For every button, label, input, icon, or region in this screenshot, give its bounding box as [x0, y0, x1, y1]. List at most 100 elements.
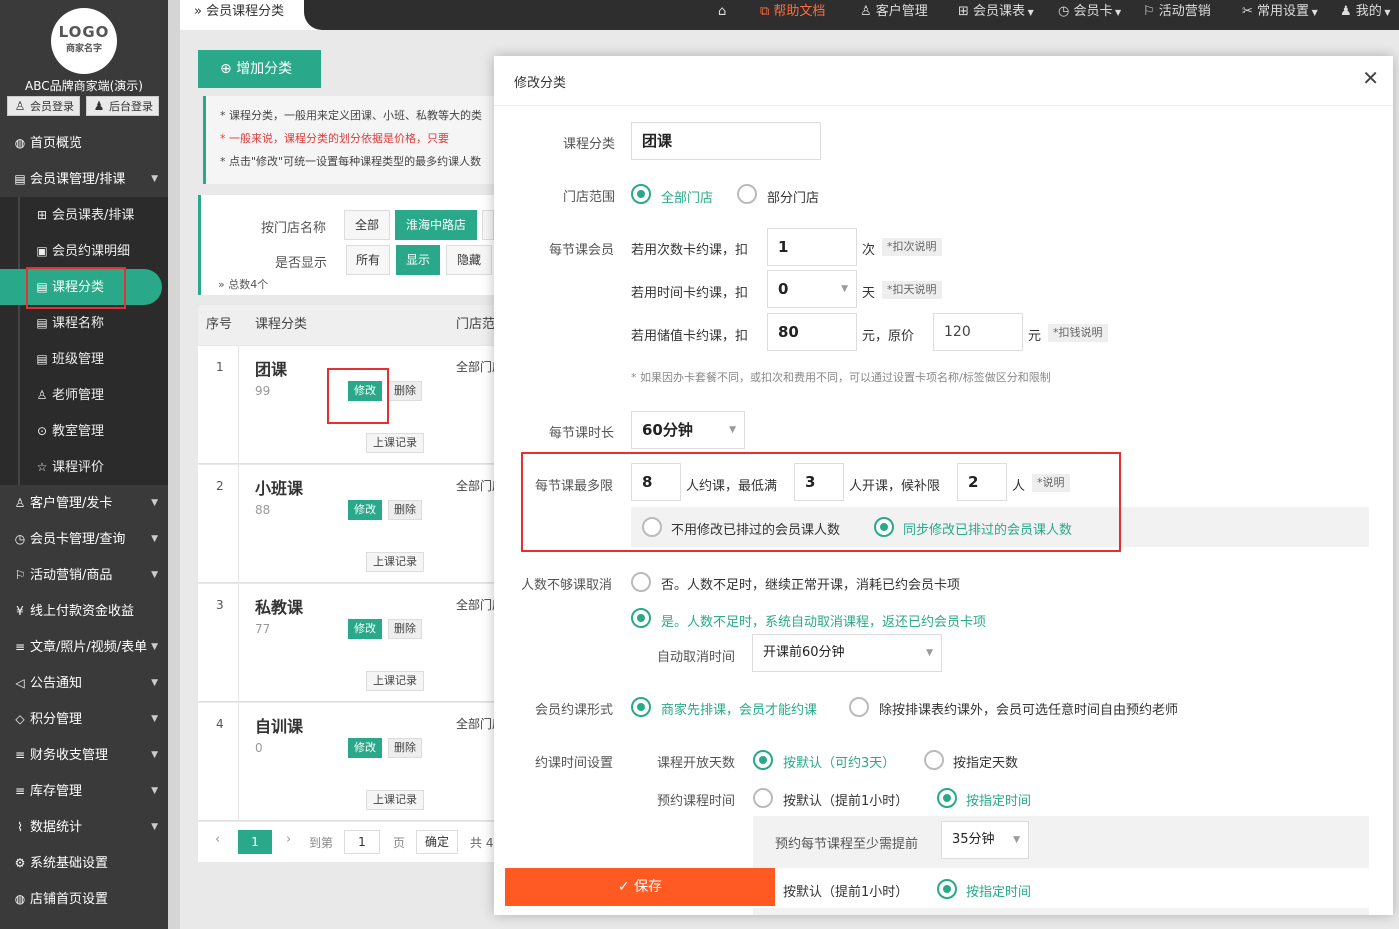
records-button[interactable]: 上课记录 [366, 552, 424, 572]
nav-course-management[interactable]: ▤ 会员课管理/排课 ▼ [0, 161, 168, 197]
caret-down-icon: ▼ [151, 534, 158, 544]
save-button[interactable]: ✓ 保存 [505, 868, 775, 906]
card-menu[interactable]: ◷ 会员卡 ▼ [1058, 0, 1121, 24]
scope-part-radio[interactable] [737, 184, 757, 204]
duration-select[interactable]: 60分钟 ▼ [631, 411, 745, 449]
user-icon: ♟ [1340, 4, 1356, 19]
location-icon: ⊙ [36, 424, 48, 438]
edit-button[interactable]: 修改 [348, 500, 382, 520]
diamond-icon: ◇ [15, 712, 25, 726]
show-all-button[interactable]: 所有 [346, 245, 390, 275]
row2-custom-radio[interactable] [937, 879, 957, 899]
nav-cards[interactable]: ◷ 会员卡管理/查询 ▼ [0, 521, 168, 557]
mine-menu[interactable]: ♟ 我的 ▼ [1340, 0, 1391, 24]
open-custom-radio[interactable] [924, 750, 944, 770]
book-default-radio[interactable] [753, 788, 773, 808]
scope-all-radio[interactable] [631, 184, 651, 204]
mode-a-radio[interactable] [631, 697, 651, 717]
records-button[interactable]: 上课记录 [366, 790, 424, 810]
page-input[interactable]: 1 [344, 830, 380, 854]
delete-button[interactable]: 删除 [388, 381, 422, 401]
records-button[interactable]: 上课记录 [366, 671, 424, 691]
member-login-button[interactable]: ♙ 会员登录 [7, 96, 80, 116]
show-yes-button[interactable]: 显示 [396, 245, 440, 275]
nav-home[interactable]: ◍ 首页概览 [0, 125, 168, 161]
marketing-link[interactable]: ⚐ 活动营销 [1143, 0, 1211, 24]
open-default-radio[interactable] [753, 750, 773, 770]
dialog-header: 修改分类 ✕ [494, 56, 1393, 106]
sub-teacher[interactable]: ♙ 老师管理 [0, 377, 168, 413]
edit-button[interactable]: 修改 [348, 738, 382, 758]
sub-class[interactable]: ▤ 班级管理 [0, 341, 168, 377]
nav-finance[interactable]: ≡ 财务收支管理 ▼ [0, 737, 168, 773]
nav-system[interactable]: ⚙ 系统基础设置 [0, 845, 168, 881]
records-button[interactable]: 上课记录 [366, 433, 424, 453]
time-note[interactable]: *扣天说明 [882, 281, 942, 299]
nav-stats[interactable]: ⌇ 数据统计 ▼ [0, 809, 168, 845]
next-page-icon[interactable]: › [286, 832, 291, 847]
advance-select[interactable]: 35分钟 ▼ [941, 821, 1029, 859]
original-price-input[interactable]: 120 [933, 313, 1023, 351]
nav-shop-home[interactable]: ◍ 店铺首页设置 [0, 881, 168, 917]
save-label: 保存 [634, 879, 663, 895]
auto-cancel-select[interactable]: 开课前60分钟 ▼ [752, 634, 942, 672]
nav-articles[interactable]: ≡ 文章/照片/视频/表单 ▼ [0, 629, 168, 665]
customers-link[interactable]: ♙ 客户管理 [860, 0, 928, 24]
sub-classroom[interactable]: ⊙ 教室管理 [0, 413, 168, 449]
times-input[interactable]: 1 [767, 228, 857, 266]
filter-shop-button[interactable]: 淮海中路店 [395, 210, 477, 240]
caret-down-icon: ▼ [1381, 8, 1391, 17]
sub-course-name[interactable]: ▤ 课程名称 [0, 305, 168, 341]
scope-part-label: 部分门店 [767, 191, 820, 206]
nav-marketing[interactable]: ⚐ 活动营销/商品 ▼ [0, 557, 168, 593]
money-icon: ¥ [16, 604, 24, 618]
time-select[interactable]: 0 ▼ [767, 270, 857, 308]
times-note[interactable]: *扣次说明 [882, 238, 942, 256]
close-icon[interactable]: ✕ [1362, 66, 1379, 90]
delete-button[interactable]: 删除 [388, 738, 422, 758]
confirm-page-button[interactable]: 确定 [416, 830, 458, 854]
value-note[interactable]: *扣钱说明 [1048, 324, 1108, 342]
nav-customers[interactable]: ♙ 客户管理/发卡 ▼ [0, 485, 168, 521]
row-count: 88 [255, 503, 271, 517]
check-icon: ✓ [617, 879, 635, 895]
add-category-button[interactable]: ⊕ 增加分类 [198, 50, 321, 88]
sub-review[interactable]: ☆ 课程评价 [0, 449, 168, 485]
marketing-label: 活动营销 [1158, 4, 1211, 19]
home-icon[interactable]: ⌂ [718, 0, 726, 24]
show-no-button[interactable]: 隐藏 [446, 245, 492, 275]
nav-points[interactable]: ◇ 积分管理 ▼ [0, 701, 168, 737]
filter-more-button[interactable] [482, 210, 494, 240]
book-custom-radio[interactable] [937, 788, 957, 808]
value-input[interactable]: 80 [767, 313, 857, 351]
prev-page-icon[interactable]: ‹ [215, 832, 220, 847]
caret-down-icon: ▼ [1309, 8, 1318, 17]
admin-login-button[interactable]: ♟ 后台登录 [86, 96, 159, 116]
edit-button[interactable]: 修改 [348, 619, 382, 639]
filter-all-button[interactable]: 全部 [344, 210, 390, 240]
category-input[interactable]: 团课 [631, 122, 821, 160]
row-count: 0 [255, 741, 263, 755]
sub-booking-detail[interactable]: ▣ 会员约课明细 [0, 233, 168, 269]
mode-label: 会员约课形式 [535, 703, 614, 718]
open-default-label: 按默认（可约3天） [783, 756, 896, 771]
delete-button[interactable]: 删除 [388, 619, 422, 639]
nav-payments[interactable]: ¥ 线上付款资金收益 [0, 593, 168, 629]
nav-notice[interactable]: ◁ 公告通知 ▼ [0, 665, 168, 701]
delete-button[interactable]: 删除 [388, 500, 422, 520]
caret-down-icon: ▼ [926, 648, 933, 658]
nav-inventory[interactable]: ≡ 库存管理 ▼ [0, 773, 168, 809]
table-header: 序号 课程分类 门店范 [198, 305, 498, 345]
current-page[interactable]: 1 [238, 830, 272, 854]
mode-b-radio[interactable] [849, 697, 869, 717]
sub-schedule[interactable]: ⊞ 会员课表/排课 [0, 197, 168, 233]
help-docs-link[interactable]: ⧉ 帮助文档 [760, 0, 825, 24]
schedule-menu[interactable]: ⊞ 会员课表 ▼ [958, 0, 1034, 24]
row-name: 团课 [255, 360, 288, 379]
caret-down-icon: ▼ [151, 750, 158, 760]
settings-menu[interactable]: ✂ 常用设置 ▼ [1242, 0, 1318, 24]
schedule-label: 会员课表 [973, 4, 1026, 19]
clock-icon: ◷ [1058, 4, 1074, 19]
cancel-yes-radio[interactable] [631, 608, 651, 628]
cancel-no-radio[interactable] [631, 572, 651, 592]
